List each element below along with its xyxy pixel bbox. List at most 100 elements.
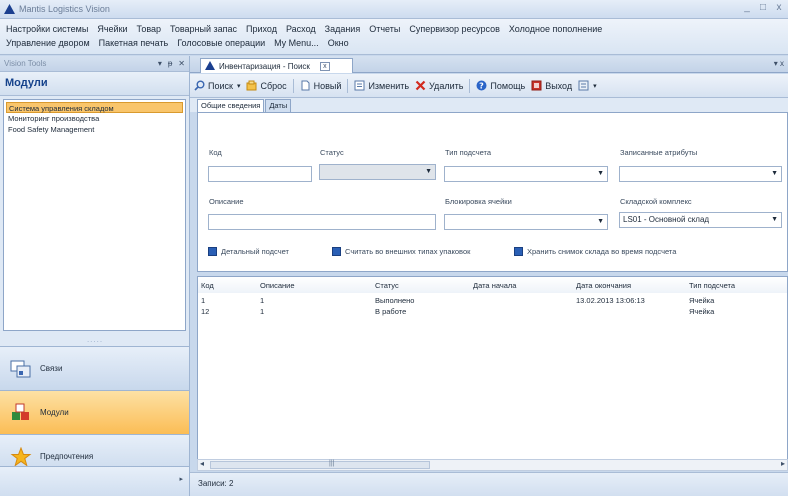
panel-pin-icon[interactable]: ᵽ (168, 59, 172, 68)
search-dropdown-icon[interactable]: ▾ (237, 82, 241, 90)
snapshot-label: Хранить снимок склада во время подсчета (527, 247, 677, 256)
column-header[interactable]: Статус (372, 277, 470, 293)
minimize-button[interactable]: _ (742, 2, 752, 13)
maximize-button[interactable]: □ (758, 2, 768, 13)
help-label: Помощь (490, 80, 526, 91)
nav-links-button[interactable]: Связи (0, 346, 189, 390)
table-cell: 13.02.2013 13:06:13 (576, 296, 645, 305)
vision-tools-panel: Vision Tools ▾ ᵽ ✕ Модули Система управл… (0, 56, 190, 496)
detailed-count-label: Детальный подсчет (221, 247, 289, 256)
nav-overflow-bar: ▸ (0, 466, 189, 496)
modules-title: Модули (0, 72, 189, 96)
help-button[interactable]: ? Помощь (476, 80, 525, 91)
scroll-thumb[interactable]: ||| (210, 460, 430, 469)
edit-label: Изменить (368, 80, 410, 91)
new-document-icon (300, 80, 311, 91)
panel-dropdown-icon[interactable]: ▾ (158, 59, 162, 68)
description-field[interactable] (208, 214, 436, 230)
toolbar-separator (469, 78, 471, 93)
menu-item[interactable]: Пакетная печать (99, 38, 169, 48)
menu-item[interactable]: Голосовые операции (177, 38, 265, 48)
column-header[interactable]: Тип подсчета (686, 277, 787, 293)
menu-item[interactable]: Товарный запас (170, 24, 237, 34)
exit-icon (531, 80, 542, 91)
table-row[interactable]: 12 1 В работе Ячейка (198, 306, 787, 317)
new-button[interactable]: Новый (300, 80, 341, 91)
detailed-count-checkbox[interactable]: Детальный подсчет (208, 247, 289, 256)
table-cell (470, 295, 573, 306)
tab-general-info[interactable]: Общие сведения (197, 99, 265, 112)
recorded-attrs-select[interactable]: ▼ (619, 166, 782, 182)
panel-header: Vision Tools ▾ ᵽ ✕ (0, 56, 189, 72)
snapshot-checkbox[interactable]: Хранить снимок склада во время подсчета (514, 247, 676, 256)
module-list-item[interactable]: Система управления складом (6, 102, 183, 113)
code-field[interactable] (208, 166, 312, 182)
menu-item[interactable]: Товар (137, 24, 162, 34)
menu-item[interactable]: Холодное пополнение (509, 24, 602, 34)
menu-item[interactable]: Окно (328, 38, 349, 48)
more-button[interactable]: ▾ (578, 80, 597, 91)
scroll-left-icon[interactable]: ◂ (200, 459, 204, 468)
menu-item[interactable]: Супервизор ресурсов (409, 24, 500, 34)
document-tabs: Инвентаризация - Поиск x ▾ x (190, 56, 788, 73)
menu-row-2: Управление двором Пакетная печать Голосовы… (6, 36, 782, 50)
description-label: Описание (209, 197, 244, 206)
menu-item[interactable]: Задания (325, 24, 361, 34)
reset-button[interactable]: Сброс (246, 80, 287, 91)
cell-lock-select[interactable]: ▼ (444, 214, 608, 230)
records-count: Записи: 2 (198, 479, 234, 488)
menu-item[interactable]: Ячейки (97, 24, 127, 34)
column-header[interactable]: Код (198, 277, 257, 293)
table-cell (573, 306, 686, 317)
exit-label: Выход (545, 80, 573, 91)
table-cell: 1 (260, 296, 265, 305)
delete-button[interactable]: Удалить (415, 80, 463, 91)
nav-modules-button[interactable]: Модули (0, 390, 189, 434)
edit-button[interactable]: Изменить (354, 80, 409, 91)
tab-label: Инвентаризация - Поиск (219, 61, 310, 71)
code-label: Код (209, 148, 222, 157)
menu-item[interactable]: Расход (286, 24, 316, 34)
table-row[interactable]: 1 1 Выполнено 13.02.2013 13:06:13 Ячейка (198, 295, 787, 306)
close-button[interactable]: x (774, 2, 784, 13)
tabs-menu-icon[interactable]: ▾ x (774, 59, 784, 68)
links-icon (10, 359, 32, 379)
count-type-label: Тип подсчета (445, 148, 492, 157)
tab-dates[interactable]: Даты (265, 99, 292, 112)
external-packaging-checkbox[interactable]: Считать во внешних типах упаковок (332, 247, 470, 256)
menu-item[interactable]: Приход (246, 24, 277, 34)
column-header[interactable]: Описание (257, 277, 372, 293)
toolbar-separator (292, 78, 294, 93)
module-list-item[interactable]: Food Safety Management (6, 124, 183, 135)
menu-item[interactable]: My Menu... (274, 38, 319, 48)
warehouse-select[interactable]: LS01 - Основной склад ▼ (619, 212, 782, 228)
nav-overflow-arrow-icon[interactable]: ▸ (179, 475, 183, 483)
exit-button[interactable]: Выход (531, 80, 572, 91)
chevron-down-icon: ▼ (425, 168, 432, 175)
form-subtabs: Общие сведения Даты (190, 98, 788, 112)
chevron-down-icon: ▼ (597, 170, 604, 177)
menu-item[interactable]: Настройки системы (6, 24, 88, 34)
tab-close-icon[interactable]: x (319, 61, 330, 71)
menu-item[interactable]: Управление двором (6, 38, 90, 48)
horizontal-scrollbar[interactable]: ◂ ||| ▸ (197, 459, 788, 471)
checkbox-checked-icon (514, 247, 523, 256)
external-packaging-label: Считать во внешних типах упаковок (345, 247, 471, 256)
menu-item[interactable]: Отчеты (369, 24, 400, 34)
results-grid: Код Описание Статус Дата начала Дата окончан… (197, 276, 788, 460)
panel-close-icon[interactable]: ✕ (178, 59, 185, 68)
chevron-down-icon: ▼ (771, 216, 778, 223)
warehouse-label: Складской комплекс (620, 197, 692, 206)
module-list-item[interactable]: Мониторинг производства (6, 113, 183, 124)
count-type-select[interactable]: ▼ (444, 166, 608, 182)
column-header[interactable]: Дата начала (470, 277, 573, 293)
table-cell: 1 (260, 307, 265, 316)
tab-inventory-search[interactable]: Инвентаризация - Поиск x (200, 58, 353, 73)
search-button[interactable]: Поиск ▾ (194, 80, 240, 91)
panel-splitter[interactable]: ..... (0, 335, 190, 344)
table-cell: 1 (201, 296, 206, 305)
column-header[interactable]: Дата окончания (573, 277, 686, 293)
status-select[interactable]: ▼ (319, 164, 436, 180)
scroll-right-icon[interactable]: ▸ (781, 459, 785, 468)
svg-text:?: ? (480, 81, 485, 90)
